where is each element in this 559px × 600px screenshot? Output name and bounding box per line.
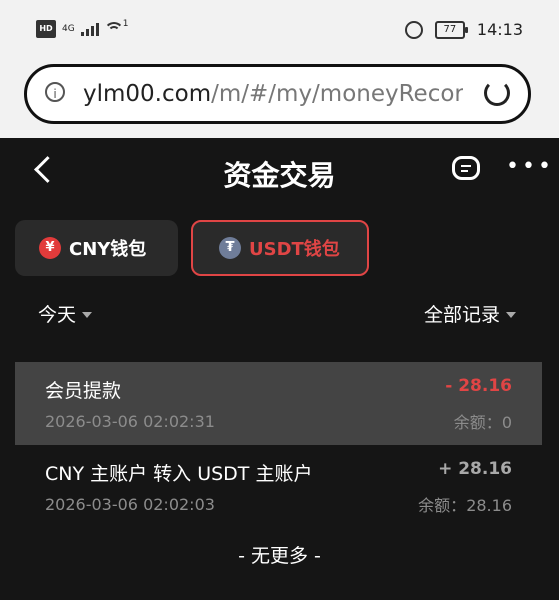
url-host: ylm00.com xyxy=(83,81,212,107)
date-filter-dropdown[interactable]: 今天 xyxy=(38,300,93,327)
hotspot-badge: 1 xyxy=(122,19,129,29)
record-type-dropdown[interactable]: 全部记录 xyxy=(424,300,516,327)
record-time: 2026-03-06 02:02:31 xyxy=(45,412,215,431)
record-row[interactable]: CNY 主账户 转入 USDT 主账户 2026-03-06 02:02:03 … xyxy=(15,445,542,528)
yuan-coin-icon: ¥ xyxy=(39,237,61,259)
wallet-tab-label: CNY钱包 xyxy=(69,239,147,260)
more-icon[interactable]: ••• xyxy=(506,156,554,178)
dropdown-triangle-icon xyxy=(82,311,93,318)
record-time: 2026-03-06 02:02:03 xyxy=(45,495,215,514)
no-more-text: - 无更多 - xyxy=(238,545,321,567)
alarm-icon xyxy=(404,20,423,39)
record-title: CNY 主账户 转入 USDT 主账户 xyxy=(45,463,313,485)
network-type: 4G xyxy=(62,23,75,34)
record-balance: 余额：28.16 xyxy=(418,492,512,516)
record-type-label: 全部记录 xyxy=(423,304,500,326)
url-text[interactable]: ylm00.com/m/#/my/moneyRecorc xyxy=(83,81,463,107)
record-amount: + 28.16 xyxy=(438,459,512,479)
address-bar[interactable]: i ylm00.com/m/#/my/moneyRecorc xyxy=(24,64,531,124)
wallet-tab-label: USDT钱包 xyxy=(249,239,340,260)
balance-label: 余额： xyxy=(418,496,467,515)
wallet-tab-usdt[interactable]: ₮ USDT钱包 xyxy=(191,220,369,276)
signal-icon xyxy=(80,22,99,36)
status-right: 77 14:13 xyxy=(404,20,523,39)
status-left: HD 4G 1 xyxy=(36,19,129,38)
record-amount: - 28.16 xyxy=(445,376,512,396)
balance-label: 余额： xyxy=(453,413,502,432)
record-balance: 余额：0 xyxy=(454,409,512,433)
battery-icon: 77 xyxy=(434,20,468,39)
dropdown-triangle-icon xyxy=(506,311,516,318)
record-title: 会员提款 xyxy=(45,380,122,402)
page-header: 资金交易 ••• xyxy=(0,138,559,208)
clock: 14:13 xyxy=(476,20,523,39)
hotspot-icon xyxy=(103,20,124,38)
customer-service-icon[interactable] xyxy=(452,156,480,180)
tether-coin-icon: ₮ xyxy=(219,237,241,259)
url-path: /m/#/my/moneyRecorc xyxy=(211,81,463,107)
balance-value: 28.16 xyxy=(466,496,512,515)
balance-value: 0 xyxy=(501,413,512,432)
status-bar: HD 4G 1 77 14:13 xyxy=(0,0,559,60)
record-row[interactable]: 会员提款 2026-03-06 02:02:31 - 28.16 余额：0 xyxy=(15,362,542,445)
browser-chrome: HD 4G 1 77 14:13 i ylm00.com/m/#/my/mone… xyxy=(0,0,559,138)
info-icon[interactable]: i xyxy=(45,82,65,102)
date-filter-label: 今天 xyxy=(38,304,77,326)
hd-icon: HD xyxy=(36,20,56,38)
wallet-tab-cny[interactable]: ¥ CNY钱包 xyxy=(15,220,178,276)
reload-icon[interactable] xyxy=(484,80,510,106)
